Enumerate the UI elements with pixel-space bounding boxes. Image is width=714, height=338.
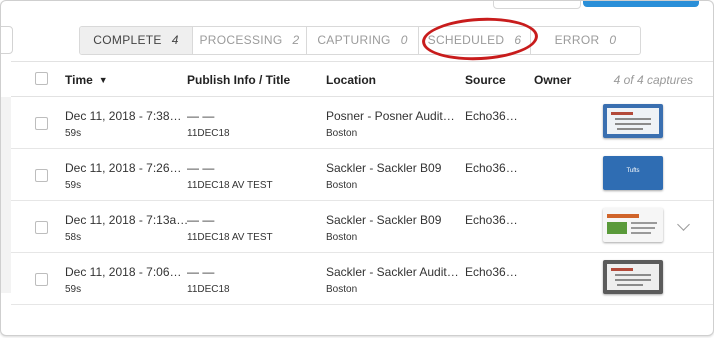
row-city: Boston: [326, 284, 358, 295]
row-title: 11DEC18: [187, 284, 230, 295]
row-checkbox[interactable]: [35, 117, 48, 130]
tab-count: 6: [514, 33, 522, 47]
row-location: Posner - Posner Audit…: [326, 109, 455, 123]
tab-count: 4: [171, 33, 179, 47]
caret-down-icon: ▼: [98, 75, 108, 85]
capture-count: 4 of 4 captures: [613, 73, 693, 87]
row-source: Echo36…: [465, 109, 518, 123]
row-duration: 58s: [65, 232, 82, 243]
row-source: Echo36…: [465, 265, 518, 279]
table-row[interactable]: Dec 11, 2018 - 7:38… 59s — — 11DEC18 Pos…: [11, 97, 713, 149]
row-city: Boston: [326, 180, 358, 191]
tab-count: 0: [400, 33, 408, 47]
row-location: Sackler - Sackler B09: [326, 161, 442, 175]
row-location: Sackler - Sackler Audit…: [326, 265, 459, 279]
row-duration: 59s: [65, 128, 82, 139]
row-checkbox[interactable]: [35, 169, 48, 182]
row-publish: — —: [187, 161, 215, 175]
table-row[interactable]: Dec 11, 2018 - 7:26… 59s — — 11DEC18 AV …: [11, 149, 713, 201]
row-duration: 59s: [65, 180, 82, 191]
row-city: Boston: [326, 232, 358, 243]
thumbnail-text: Tufts: [626, 168, 640, 174]
column-publish: Publish Info / Title: [187, 73, 291, 87]
left-row-indicator: [1, 97, 11, 293]
row-time: Dec 11, 2018 - 7:13a…: [65, 213, 189, 227]
tab-error[interactable]: ERROR 0: [530, 27, 640, 54]
table-row[interactable]: Dec 11, 2018 - 7:06… 59s — — 11DEC18 Sac…: [11, 253, 713, 305]
tab-scheduled[interactable]: SCHEDULED 6: [418, 27, 530, 54]
row-checkbox[interactable]: [35, 273, 48, 286]
capture-thumbnail[interactable]: [603, 104, 663, 138]
row-time: Dec 11, 2018 - 7:06…: [65, 265, 182, 279]
capture-thumbnail[interactable]: Tufts: [603, 156, 663, 190]
column-location: Location: [326, 73, 376, 87]
row-publish: — —: [187, 109, 215, 123]
row-time: Dec 11, 2018 - 7:38…: [65, 109, 182, 123]
column-owner: Owner: [534, 73, 572, 87]
top-primary-button[interactable]: [583, 1, 699, 7]
row-source: Echo36…: [465, 161, 518, 175]
captures-table: Time ▼ Publish Info / Title Location Sour…: [11, 61, 713, 305]
column-time-label: Time: [65, 73, 93, 87]
capture-thumbnail[interactable]: [603, 260, 663, 294]
row-publish: — —: [187, 265, 215, 279]
column-time[interactable]: Time ▼: [65, 73, 108, 87]
tab-complete[interactable]: COMPLETE 4: [80, 27, 192, 54]
left-search-stub[interactable]: [1, 26, 13, 54]
tab-capturing[interactable]: CAPTURING 0: [306, 27, 418, 54]
tab-label: PROCESSING: [199, 33, 283, 47]
row-city: Boston: [326, 128, 358, 139]
row-checkbox[interactable]: [35, 221, 48, 234]
row-time: Dec 11, 2018 - 7:26…: [65, 161, 182, 175]
tab-label: COMPLETE: [93, 33, 162, 47]
table-header: Time ▼ Publish Info / Title Location Sour…: [11, 61, 713, 97]
chevron-down-icon[interactable]: [677, 218, 690, 231]
top-secondary-button[interactable]: [493, 1, 581, 9]
tab-processing[interactable]: PROCESSING 2: [192, 27, 306, 54]
table-row[interactable]: Dec 11, 2018 - 7:13a… 58s — — 11DEC18 AV…: [11, 201, 713, 253]
row-source: Echo36…: [465, 213, 518, 227]
status-tabs: COMPLETE 4 PROCESSING 2 CAPTURING 0 SCHEDUL…: [79, 26, 641, 55]
row-title: 11DEC18 AV TEST: [187, 232, 273, 243]
tab-label: CAPTURING: [317, 33, 391, 47]
column-source: Source: [465, 73, 506, 87]
tab-count: 0: [609, 33, 617, 47]
row-location: Sackler - Sackler B09: [326, 213, 442, 227]
row-duration: 59s: [65, 284, 82, 295]
tab-label: SCHEDULED: [427, 33, 505, 47]
select-all-checkbox[interactable]: [35, 72, 48, 85]
tab-count: 2: [292, 33, 300, 47]
tab-label: ERROR: [554, 33, 600, 47]
row-title: 11DEC18 AV TEST: [187, 180, 273, 191]
capture-thumbnail[interactable]: [603, 208, 663, 242]
capture-list-panel: COMPLETE 4 PROCESSING 2 CAPTURING 0 SCHEDUL…: [0, 0, 714, 336]
row-publish: — —: [187, 213, 215, 227]
row-title: 11DEC18: [187, 128, 230, 139]
